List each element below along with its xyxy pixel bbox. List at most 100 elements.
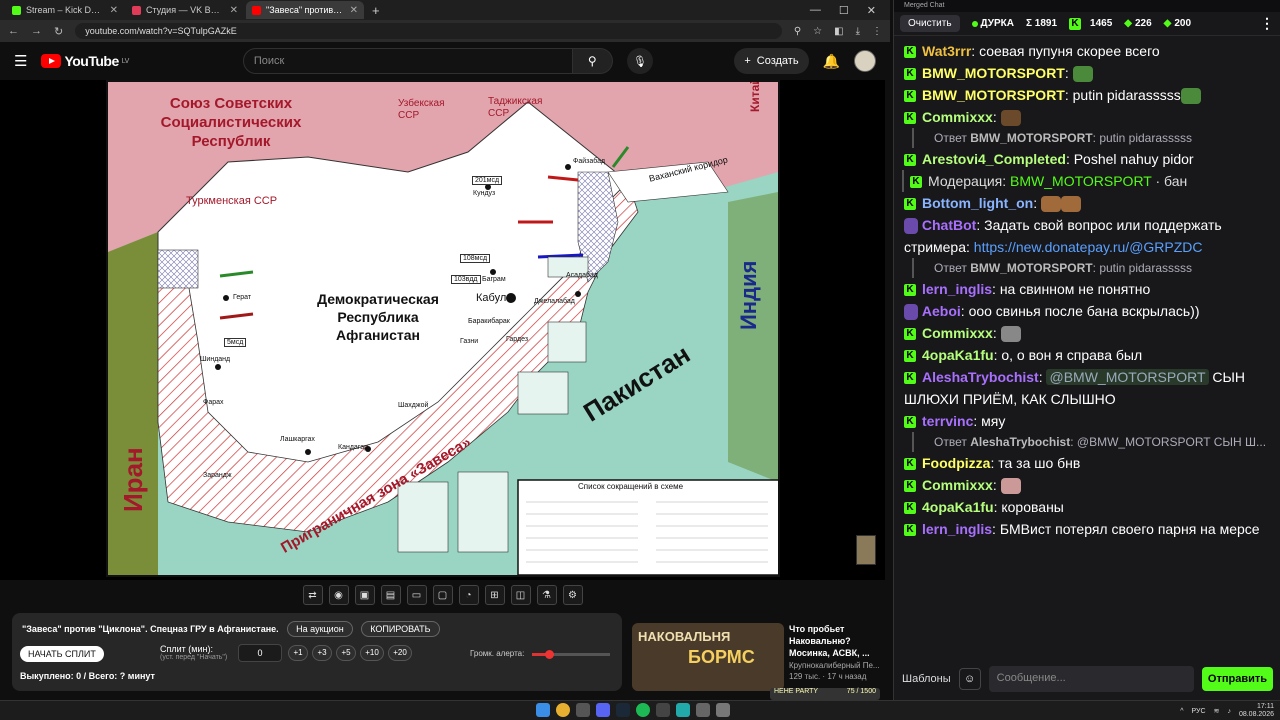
- language-indicator[interactable]: РУС: [1192, 708, 1206, 715]
- chat-username[interactable]: Bottom_light_on: [922, 195, 1033, 211]
- menu-icon[interactable]: ⋮: [872, 26, 882, 37]
- clock[interactable]: 17:11 08.08.2026: [1239, 703, 1274, 719]
- extension-icon[interactable]: ◧: [834, 26, 843, 37]
- bell-icon[interactable]: 🔔: [823, 53, 840, 70]
- tab-kick-dashboard[interactable]: Stream – Kick Dashboard ✕: [6, 1, 124, 19]
- chat-username[interactable]: Wat3rrr: [922, 43, 971, 59]
- telegram-icon[interactable]: [676, 703, 690, 717]
- spotify-icon[interactable]: [636, 703, 650, 717]
- minimize-icon[interactable]: —: [810, 4, 821, 17]
- star-icon[interactable]: ☆: [813, 26, 822, 37]
- voice-search-button[interactable]: 🎙: [626, 48, 653, 74]
- clear-chat-button[interactable]: Очистить: [900, 15, 960, 32]
- add-icon[interactable]: ⊞: [484, 585, 505, 605]
- auction-button[interactable]: На аукцион: [287, 621, 353, 637]
- chrome-icon[interactable]: [556, 703, 570, 717]
- reload-icon[interactable]: ↻: [54, 25, 63, 38]
- tab-vk-studio[interactable]: Студия — VK Видео Live ✕: [126, 1, 244, 19]
- avatar[interactable]: [854, 50, 876, 72]
- chat-username[interactable]: lern_inglis: [922, 281, 992, 297]
- tab-youtube-video[interactable]: "Завеса" против "Циклона" ✕: [246, 1, 364, 19]
- start-split-button[interactable]: НАЧАТЬ СПЛИТ: [20, 646, 104, 662]
- chat-username[interactable]: BMW_MOTORSPORT: [922, 87, 1065, 103]
- split-minutes-input[interactable]: 0: [238, 644, 282, 662]
- cast-icon[interactable]: ▣: [354, 585, 375, 605]
- video-player[interactable]: Союз Советских Социалистических Республи…: [0, 80, 885, 580]
- map-city: Джелалабад: [534, 298, 575, 305]
- discord-icon[interactable]: [596, 703, 610, 717]
- volume-icon[interactable]: ♪: [1227, 708, 1231, 715]
- yt-viewers: ◆ 200: [1164, 18, 1191, 29]
- chat-username[interactable]: Commixxx: [922, 325, 993, 341]
- chat-username[interactable]: Commixxx: [922, 477, 993, 493]
- clapper-icon[interactable]: ▤: [380, 585, 401, 605]
- app-icon[interactable]: [716, 703, 730, 717]
- loop-icon[interactable]: ⇄: [302, 585, 323, 605]
- recommended-channel[interactable]: Крупнокалиберный Пе...: [789, 661, 881, 670]
- explorer-icon[interactable]: [576, 703, 590, 717]
- app-icon[interactable]: [696, 703, 710, 717]
- recommended-thumbnail[interactable]: НАКОВАЛЬНЯ БОРМС: [632, 623, 784, 691]
- chat-username[interactable]: Foodpizza: [922, 455, 990, 471]
- theater-icon[interactable]: ▢: [432, 585, 453, 605]
- close-tab-icon[interactable]: ✕: [350, 5, 358, 16]
- chat-username[interactable]: BMW_MOTORSPORT: [922, 65, 1065, 81]
- chat-username[interactable]: terrvinc: [922, 413, 973, 429]
- chat-username[interactable]: 4opaKa1fu: [922, 499, 994, 515]
- chevron-up-icon[interactable]: ^: [1180, 708, 1183, 715]
- slider-knob[interactable]: [545, 650, 555, 659]
- increment-20-button[interactable]: +20: [388, 645, 412, 661]
- emoji-icon[interactable]: ☺: [958, 668, 981, 690]
- url-text: youtube.com/watch?v=SQTulpGAZkE: [85, 26, 237, 36]
- new-tab-button[interactable]: +: [372, 3, 380, 18]
- side-thumbnail[interactable]: [856, 535, 876, 565]
- increment-5-button[interactable]: +5: [336, 645, 356, 661]
- chat-username[interactable]: Aeboi: [922, 303, 961, 319]
- pip-icon[interactable]: ▭: [406, 585, 427, 605]
- youtube-logo[interactable]: YouTube LV: [41, 53, 129, 69]
- create-button[interactable]: + Создать: [734, 48, 809, 74]
- search-button[interactable]: ⚲: [572, 48, 613, 74]
- audio-icon[interactable]: ◉: [328, 585, 349, 605]
- recommended-video[interactable]: НАКОВАЛЬНЯ БОРМС Что пробьет Наковальню?…: [632, 623, 882, 691]
- donate-link[interactable]: https://new.donatepay.ru/@GRPZDC: [974, 239, 1203, 255]
- increment-1-button[interactable]: +1: [288, 645, 308, 661]
- chat-username[interactable]: Arestovi4_Completed: [922, 151, 1066, 167]
- chat-username[interactable]: lern_inglis: [922, 521, 992, 537]
- chat-username[interactable]: Commixxx: [922, 109, 993, 125]
- reply-prefix: Ответ: [934, 435, 967, 449]
- chat-username[interactable]: 4opaKa1fu: [922, 347, 994, 363]
- obs-icon[interactable]: [656, 703, 670, 717]
- more-icon[interactable]: ⋮: [1260, 15, 1274, 32]
- increment-3-button[interactable]: +3: [312, 645, 332, 661]
- close-tab-icon[interactable]: ✕: [110, 5, 118, 16]
- chat-username[interactable]: AleshaTrybochist: [922, 369, 1039, 385]
- download-icon[interactable]: ⤓: [856, 26, 860, 37]
- send-button[interactable]: Отправить: [1201, 667, 1273, 691]
- chat-mention[interactable]: @BMW_MOTORSPORT: [1046, 369, 1209, 385]
- recommended-title[interactable]: Что пробьет Наковальню? Мосинка, АСВК, .…: [789, 623, 881, 659]
- windows-start-icon[interactable]: [536, 703, 550, 717]
- close-icon[interactable]: ✕: [867, 4, 876, 17]
- wifi-icon[interactable]: ≋: [1214, 707, 1220, 715]
- alert-volume-slider[interactable]: [532, 650, 610, 659]
- chat-username[interactable]: ChatBot: [922, 217, 976, 233]
- increment-10-button[interactable]: +10: [360, 645, 384, 661]
- search-input[interactable]: Поиск: [242, 48, 573, 74]
- copy-button[interactable]: КОПИРОВАТЬ: [361, 621, 440, 637]
- settings-icon[interactable]: ⚙: [562, 585, 583, 605]
- zoom-icon[interactable]: ⚲: [794, 26, 801, 37]
- back-icon[interactable]: ←: [8, 25, 19, 37]
- chat-message-input[interactable]: Сообщение...: [988, 666, 1194, 692]
- speed-icon[interactable]: ◔: [458, 585, 479, 605]
- forward-icon[interactable]: →: [31, 25, 42, 37]
- flask-icon[interactable]: ⚗: [536, 585, 557, 605]
- close-tab-icon[interactable]: ✕: [230, 5, 238, 16]
- steam-icon[interactable]: [616, 703, 630, 717]
- templates-button[interactable]: Шаблоны: [902, 673, 951, 685]
- camera-icon[interactable]: ◫: [510, 585, 531, 605]
- url-field[interactable]: youtube.com/watch?v=SQTulpGAZkE: [75, 23, 782, 39]
- hamburger-icon[interactable]: ☰: [14, 52, 27, 70]
- maximize-icon[interactable]: ☐: [839, 4, 849, 17]
- kick-icon: K: [904, 524, 916, 537]
